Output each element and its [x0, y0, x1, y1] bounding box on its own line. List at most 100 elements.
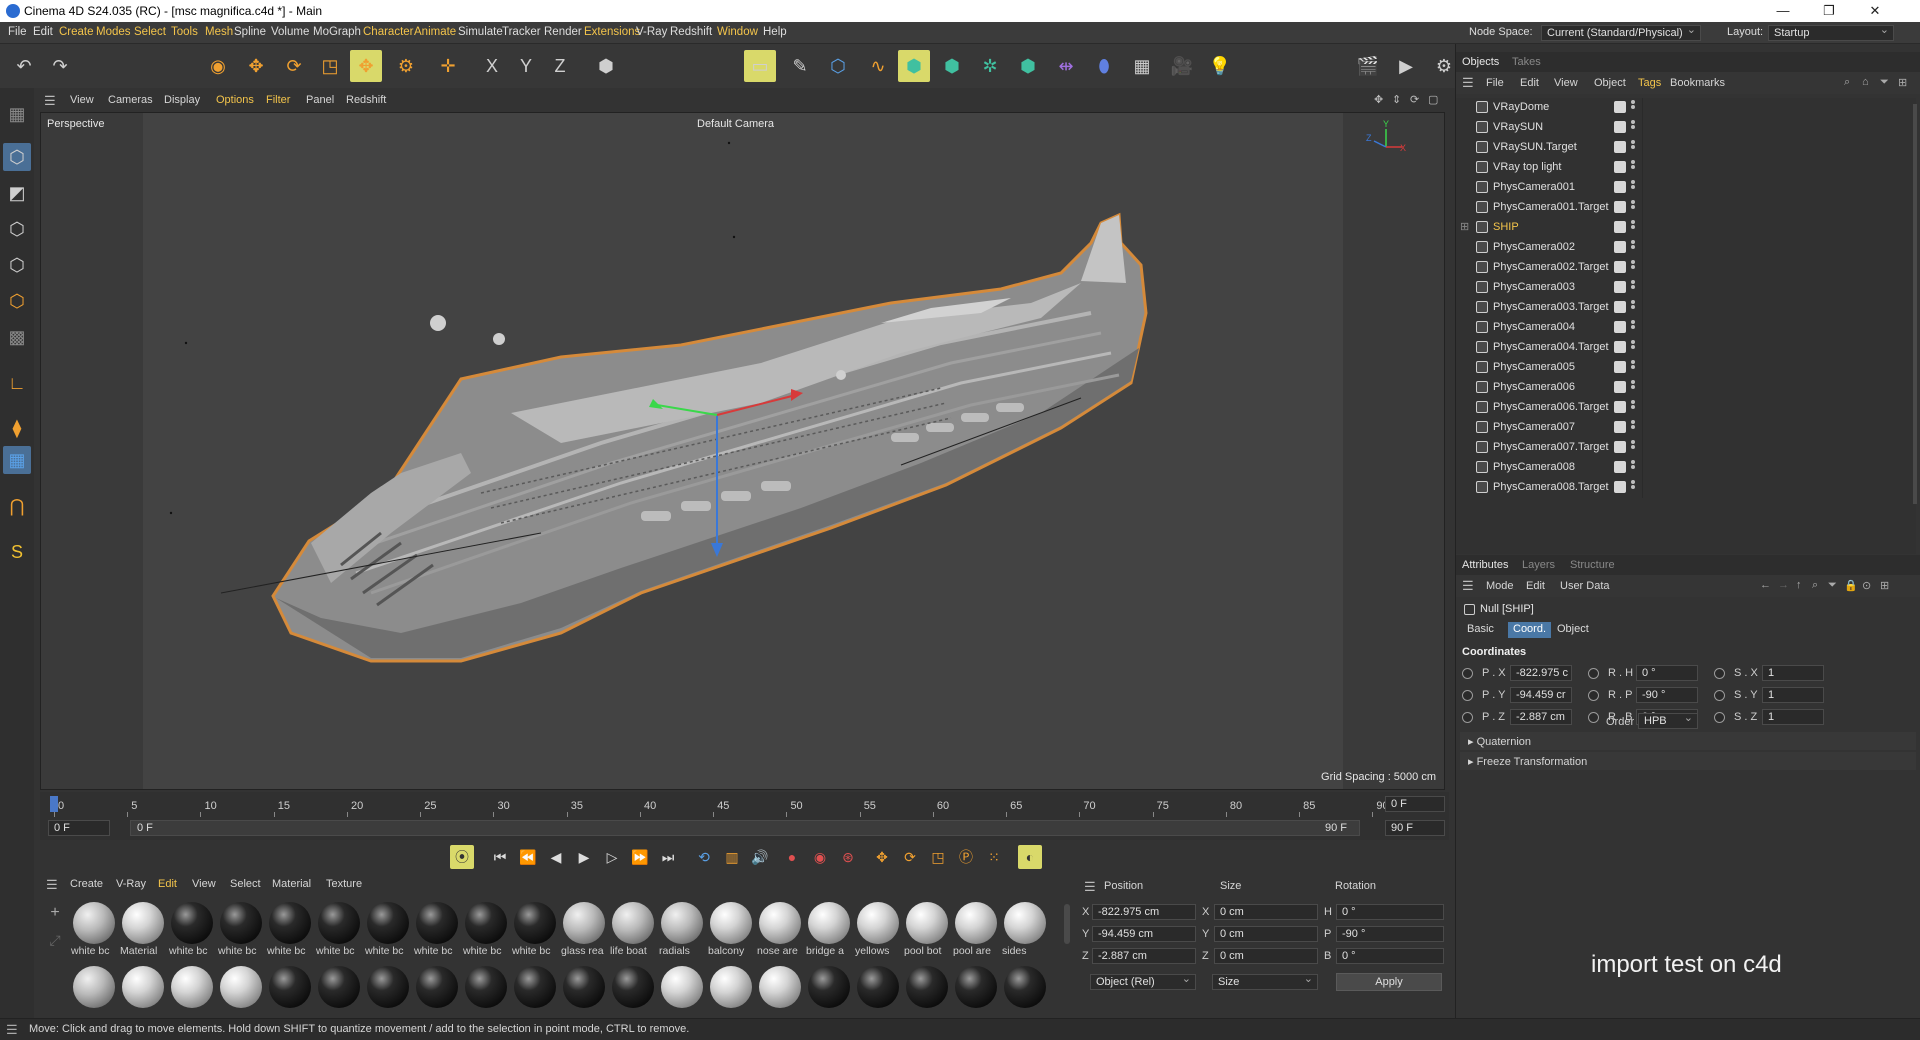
visibility-dots-icon[interactable] [1631, 220, 1635, 234]
object-row[interactable]: VRaySUN [1456, 118, 1916, 138]
visibility-dots-icon[interactable] [1631, 100, 1635, 114]
object-row[interactable]: VRayDome [1456, 98, 1916, 118]
x-axis-lock-icon[interactable]: X [476, 50, 508, 82]
object-name[interactable]: PhysCamera002 [1493, 241, 1575, 253]
material-swatch[interactable]: white bc [169, 902, 215, 957]
new-window-icon[interactable]: ⊞ [1880, 579, 1889, 592]
object-enabled-checkbox[interactable] [1614, 361, 1626, 373]
live-selection-icon[interactable]: ◉ [202, 50, 234, 82]
visibility-dots-icon[interactable] [1631, 320, 1635, 334]
visibility-dots-icon[interactable] [1631, 180, 1635, 194]
object-row[interactable]: PhysCamera001 [1456, 178, 1916, 198]
position-field[interactable]: -822.975 cm [1092, 904, 1196, 920]
material-swatch[interactable]: nose are [757, 902, 803, 957]
uv-mode-icon[interactable]: ▩ [3, 323, 31, 351]
object-row[interactable]: VRay top light [1456, 158, 1916, 178]
filter-icon[interactable]: ⏷ [1828, 579, 1837, 592]
material-swatch[interactable]: radials [659, 902, 705, 957]
object-name[interactable]: PhysCamera008 [1493, 461, 1575, 473]
material-scrollbar[interactable] [1064, 904, 1070, 944]
material-swatch[interactable] [904, 966, 950, 1008]
menu-edit[interactable]: Edit [33, 26, 53, 38]
size-field[interactable]: 0 cm [1214, 904, 1318, 920]
ship-model[interactable] [41, 113, 1445, 790]
cloner-icon[interactable]: ✲ [974, 50, 1006, 82]
previous-key-icon[interactable]: ⏪ [516, 845, 540, 869]
material-swatch[interactable] [218, 966, 264, 1008]
object-name[interactable]: PhysCamera002.Target [1493, 261, 1609, 273]
object-enabled-checkbox[interactable] [1614, 261, 1626, 273]
object-name[interactable]: VRaySUN [1493, 121, 1543, 133]
position-value-field[interactable]: -94.459 cr [1510, 687, 1572, 703]
rotation-keyframe-radio[interactable] [1588, 690, 1599, 701]
menu-mograph[interactable]: MoGraph [313, 26, 361, 38]
menu-extensions[interactable]: Extensions [584, 26, 640, 38]
select-transform-icon[interactable]: ✥ [350, 50, 382, 82]
floor-icon[interactable]: ▦ [1126, 50, 1158, 82]
viewport-menu-panel[interactable]: Panel [306, 94, 334, 106]
object-enabled-checkbox[interactable] [1614, 281, 1626, 293]
material-swatch[interactable] [953, 966, 999, 1008]
object-list-scrollbar[interactable] [1913, 104, 1917, 504]
material-swatch[interactable]: pool bot [904, 902, 950, 957]
enable-snap-icon[interactable]: ⧫ [3, 414, 31, 442]
position-keyframe-radio[interactable] [1462, 712, 1473, 723]
z-axis-lock-icon[interactable]: Z [544, 50, 576, 82]
extrude-icon[interactable]: ⬢ [936, 50, 968, 82]
scale-value-field[interactable]: 1 [1762, 709, 1824, 725]
visibility-dots-icon[interactable] [1631, 380, 1635, 394]
scale-value-field[interactable]: 1 [1762, 687, 1824, 703]
next-key-icon[interactable]: ⏩ [628, 845, 652, 869]
position-field[interactable]: -94.459 cm [1092, 926, 1196, 942]
tab-structure[interactable]: Structure [1570, 559, 1615, 571]
position-field[interactable]: -2.887 cm [1092, 948, 1196, 964]
scale-keyframe-radio[interactable] [1714, 690, 1725, 701]
material-swatch[interactable] [1002, 966, 1048, 1008]
fracture-icon[interactable]: ⬢ [1012, 50, 1044, 82]
key-rotation-icon[interactable]: ⟳ [898, 845, 922, 869]
coordinate-system-icon[interactable]: ⬢ [590, 50, 622, 82]
expand-icon[interactable]: ⊞ [1460, 220, 1469, 233]
viewport-camera-label[interactable]: Default Camera [697, 118, 774, 130]
visibility-dots-icon[interactable] [1631, 200, 1635, 214]
object-enabled-checkbox[interactable] [1614, 161, 1626, 173]
maximize-button[interactable]: ❐ [1806, 0, 1852, 22]
object-row[interactable]: PhysCamera004 [1456, 318, 1916, 338]
viewport-menu-display[interactable]: Display [164, 94, 200, 106]
object-name[interactable]: PhysCamera006.Target [1493, 401, 1609, 413]
objects-menu-bookmarks[interactable]: Bookmarks [1670, 77, 1725, 89]
position-keyframe-radio[interactable] [1462, 668, 1473, 679]
object-name[interactable]: PhysCamera001.Target [1493, 201, 1609, 213]
hamburger-icon[interactable]: ☰ [46, 877, 58, 893]
object-row[interactable]: PhysCamera007 [1456, 418, 1916, 438]
material-swatch[interactable] [316, 966, 362, 1008]
material-swatch[interactable] [757, 966, 803, 1008]
hamburger-icon[interactable]: ☰ [44, 93, 56, 109]
timeline[interactable]: 0 5 10 15 20 25 30 35 40 45 50 55 60 65 70 75 80 85 90 0 F… [40, 792, 1449, 840]
autokey-icon[interactable]: ◉ [808, 845, 832, 869]
lock-icon[interactable]: 🔒 [1844, 579, 1858, 592]
model-mode-icon[interactable]: ⬡ [3, 143, 31, 171]
position-value-field[interactable]: -2.887 cm [1510, 709, 1572, 725]
material-swatch[interactable] [463, 966, 509, 1008]
object-name[interactable]: PhysCamera006 [1493, 381, 1575, 393]
object-enabled-checkbox[interactable] [1614, 221, 1626, 233]
rotation-field[interactable]: -90 ° [1336, 926, 1444, 942]
object-row[interactable]: PhysCamera006 [1456, 378, 1916, 398]
rotation-field[interactable]: 0 ° [1336, 948, 1444, 964]
visibility-dots-icon[interactable] [1631, 460, 1635, 474]
object-name[interactable]: PhysCamera003.Target [1493, 301, 1609, 313]
material-swatch[interactable]: balcony [708, 902, 754, 957]
material-menu-select[interactable]: Select [230, 878, 261, 890]
start-frame-field[interactable]: 0 F [48, 820, 110, 836]
visibility-dots-icon[interactable] [1631, 360, 1635, 374]
object-row[interactable]: PhysCamera008 [1456, 458, 1916, 478]
go-to-end-icon[interactable]: ⏭ [656, 845, 680, 869]
rotation-field[interactable]: 0 ° [1336, 904, 1444, 920]
previous-frame-icon[interactable]: ◀ [544, 845, 568, 869]
menu-v-ray[interactable]: V-Ray [636, 26, 667, 38]
material-swatch[interactable]: pool are [953, 902, 999, 957]
material-menu-edit[interactable]: Edit [158, 878, 177, 890]
visibility-dots-icon[interactable] [1631, 140, 1635, 154]
visibility-dots-icon[interactable] [1631, 480, 1635, 494]
